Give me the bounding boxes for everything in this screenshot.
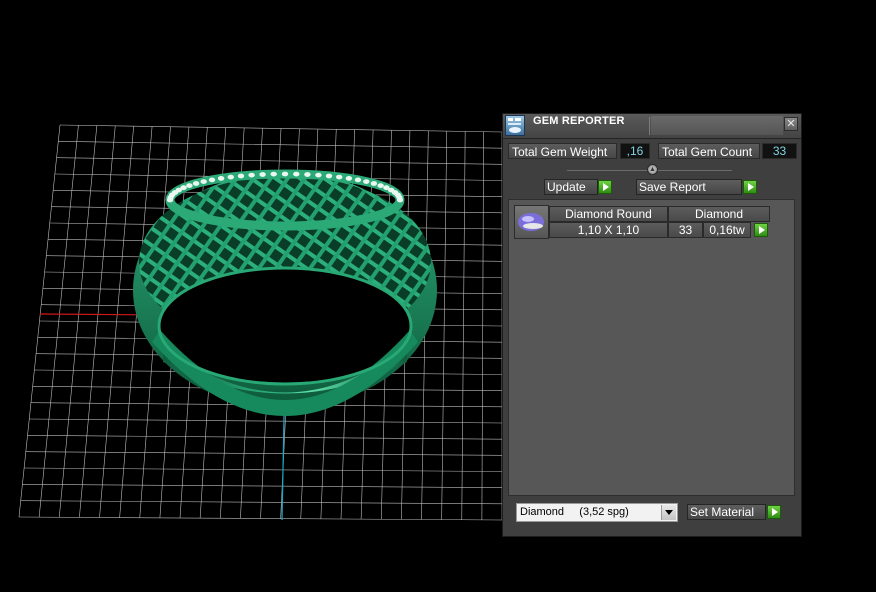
gem-stone bbox=[345, 176, 353, 181]
gem-stone bbox=[304, 172, 311, 177]
gem-stone bbox=[208, 177, 216, 183]
ring-model[interactable] bbox=[133, 169, 437, 416]
gem-stone bbox=[270, 171, 277, 177]
gem-stone bbox=[180, 185, 187, 191]
set-material-play-arrow-icon[interactable] bbox=[767, 505, 781, 519]
gem-material-cell: Diamond bbox=[668, 206, 770, 222]
gem-stone bbox=[325, 173, 333, 179]
gem-stone bbox=[259, 172, 266, 177]
material-select[interactable]: Diamond (3,52 spg) bbox=[516, 503, 678, 522]
gem-list[interactable]: Diamond Round Diamond 1,10 X 1,10 33 0,1… bbox=[508, 199, 795, 496]
update-play-arrow-icon[interactable] bbox=[598, 180, 612, 194]
gem-row-play-arrow-icon[interactable] bbox=[754, 223, 768, 237]
gem-stone bbox=[227, 174, 234, 180]
title-bar[interactable]: GEM REPORTER ✕ bbox=[503, 114, 801, 139]
gem-stone bbox=[396, 197, 404, 203]
gem-stone bbox=[237, 173, 245, 179]
panel-title: GEM REPORTER bbox=[533, 115, 625, 127]
gem-reporter-panel: GEM REPORTER ✕ Total Gem Weight ,16 Tota… bbox=[502, 113, 802, 537]
gem-stone bbox=[370, 181, 378, 186]
total-gem-weight-value: ,16 bbox=[620, 143, 650, 159]
material-select-value: Diamond (3,52 spg) bbox=[520, 506, 629, 518]
save-report-play-arrow-icon[interactable] bbox=[743, 180, 757, 194]
set-material-button[interactable]: Set Material bbox=[687, 504, 766, 520]
gem-stone bbox=[336, 174, 343, 180]
dropdown-arrow-icon[interactable] bbox=[661, 505, 676, 520]
update-button[interactable]: Update bbox=[544, 179, 598, 195]
title-field bbox=[651, 116, 783, 135]
gem-stone bbox=[281, 171, 289, 177]
gem-stone bbox=[217, 176, 225, 181]
gem-size-cell: 1,10 X 1,10 bbox=[549, 222, 668, 238]
gem-stone bbox=[377, 183, 384, 189]
gem-stone bbox=[200, 179, 207, 185]
gem-stone bbox=[248, 172, 255, 178]
total-gem-count-value: 33 bbox=[762, 143, 797, 159]
gem-stone bbox=[186, 183, 193, 189]
close-icon[interactable]: ✕ bbox=[784, 117, 798, 131]
gem-stone bbox=[192, 181, 200, 186]
gem-stone bbox=[293, 171, 300, 177]
gem-count-cell: 33 bbox=[668, 222, 703, 238]
total-gem-count-label: Total Gem Count bbox=[658, 143, 760, 159]
gem-weight-cell: 0,16tw bbox=[703, 222, 751, 238]
diamond-thumbnail-icon[interactable] bbox=[514, 205, 549, 239]
save-report-button[interactable]: Save Report bbox=[636, 179, 742, 195]
gem-reporter-icon bbox=[505, 115, 525, 136]
gem-stone bbox=[354, 177, 362, 183]
total-gem-weight-label: Total Gem Weight bbox=[508, 143, 617, 159]
title-divider bbox=[649, 117, 650, 135]
slider-knob-icon[interactable]: ▲ bbox=[647, 164, 658, 175]
gem-shape-cell: Diamond Round bbox=[549, 206, 668, 222]
gem-stone bbox=[315, 172, 322, 178]
gem-stone bbox=[363, 179, 370, 185]
